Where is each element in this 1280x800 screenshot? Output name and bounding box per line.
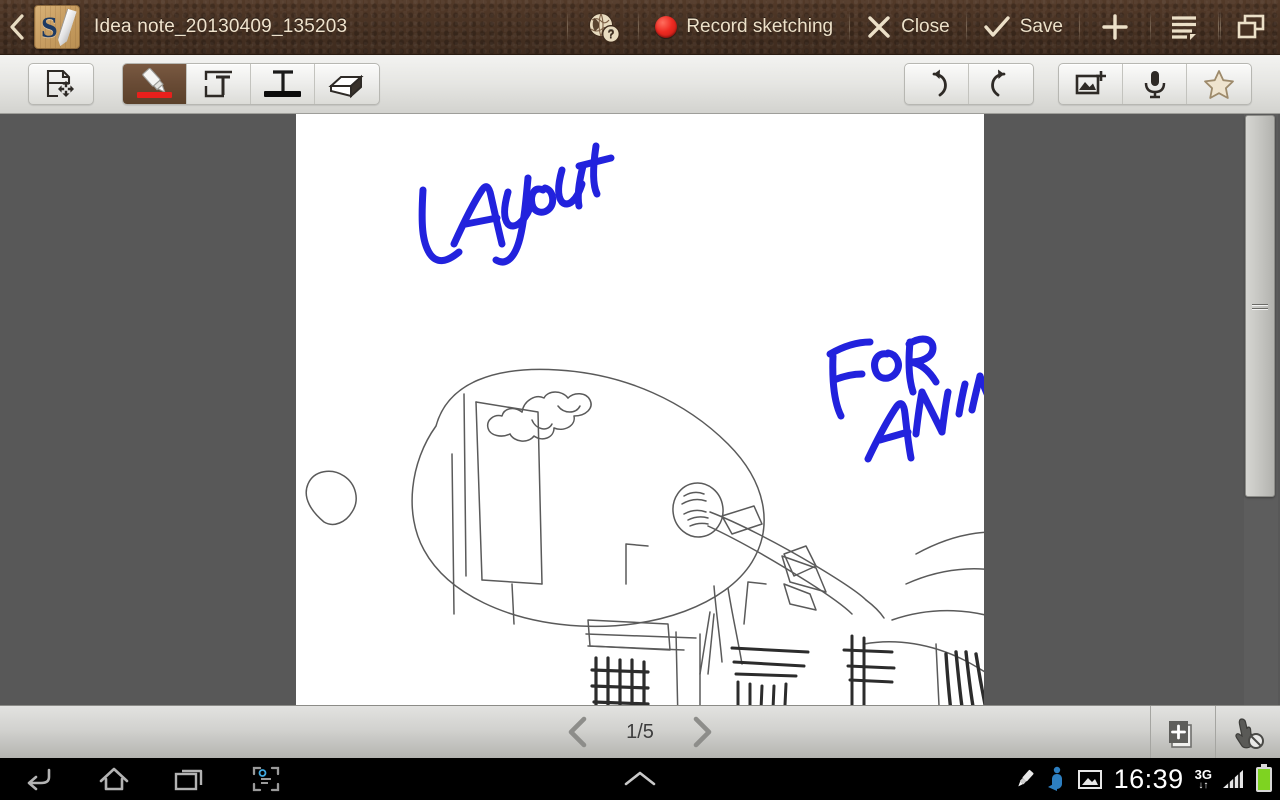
note-page-drawing: 12 [305, 142, 984, 705]
star-icon [1204, 70, 1234, 99]
screen-capture-button[interactable] [228, 758, 304, 800]
text-color-indicator [264, 91, 301, 97]
pencil-sketch: 12 [305, 368, 984, 705]
redo-arrow-icon [991, 69, 1006, 97]
pen-tool[interactable] [123, 64, 187, 104]
text-tool[interactable] [251, 64, 315, 104]
menu-button[interactable] [1159, 0, 1209, 55]
select-tool-group [28, 63, 94, 105]
page-indicator: 1/5 [626, 720, 654, 743]
undo-arrow-icon [932, 69, 947, 97]
separator [1079, 12, 1080, 42]
history-tool-group [904, 63, 1034, 105]
spen-detach-icon[interactable] [1046, 766, 1068, 792]
record-sketching-button[interactable]: Record sketching [647, 0, 841, 55]
back-button[interactable] [0, 0, 34, 55]
favorite-button[interactable] [1187, 64, 1251, 104]
text-box-tool[interactable] [187, 64, 251, 104]
previous-page-button[interactable] [553, 706, 603, 759]
check-icon [983, 16, 1010, 37]
add-page-button[interactable] [1150, 706, 1215, 759]
status-clock: 16:39 [1113, 763, 1184, 794]
signal-bars-icon [1223, 770, 1243, 788]
network-type-indicator: 3G ↓↑ [1195, 768, 1212, 791]
insert-image-button[interactable] [1059, 64, 1123, 104]
android-home-button[interactable] [76, 758, 152, 800]
editor-toolbar [0, 55, 1280, 114]
title-bar: S Idea note_20130409_135203 ? Record ske… [0, 0, 1280, 55]
android-system-bar: 16:39 3G ↓↑ [0, 758, 1280, 800]
redo-button[interactable] [969, 64, 1033, 104]
microphone-icon [1144, 71, 1165, 99]
status-tray: 16:39 3G ↓↑ [1013, 758, 1272, 800]
eraser-tool[interactable] [315, 64, 379, 104]
undo-button[interactable] [905, 64, 969, 104]
multi-window-icon [1237, 14, 1265, 39]
record-sketching-label: Record sketching [686, 16, 834, 37]
scrollbar-thumb[interactable] [1245, 115, 1275, 497]
android-back-icon [27, 768, 51, 791]
grip-lines-icon [1252, 301, 1268, 312]
scrollbar-track[interactable] [1244, 114, 1278, 705]
plus-icon [1102, 14, 1128, 40]
eraser-icon [328, 74, 364, 99]
app-icon[interactable]: S [34, 5, 80, 49]
drawing-tool-group [122, 63, 380, 105]
snote-app-window: S Idea note_20130409_135203 ? Record ske… [0, 0, 1280, 800]
screen-capture-icon [252, 766, 280, 792]
text-box-icon [204, 70, 232, 98]
svg-text:?: ? [608, 29, 615, 41]
screenshot-saved-icon[interactable] [1077, 767, 1103, 791]
android-recents-button[interactable] [152, 758, 228, 800]
separator [638, 12, 640, 42]
save-button[interactable]: Save [975, 0, 1071, 55]
android-home-icon [99, 767, 129, 791]
add-page-titlebar-button[interactable] [1088, 0, 1142, 55]
select-move-icon [46, 69, 74, 98]
battery-icon [1256, 763, 1272, 792]
finger-disabled-icon [1235, 717, 1264, 749]
help-button[interactable]: ? [576, 0, 630, 55]
android-recents-icon [174, 769, 203, 791]
touch-lock-button[interactable] [1215, 706, 1280, 759]
pen-color-indicator [137, 92, 172, 98]
next-page-button[interactable] [677, 706, 727, 759]
network-type-label: 3G [1194, 766, 1212, 782]
note-page-canvas[interactable]: 12 [296, 114, 984, 705]
handwriting-ink [418, 142, 984, 463]
separator [965, 12, 967, 42]
close-x-icon [868, 16, 890, 38]
voice-record-button[interactable] [1123, 64, 1187, 104]
network-arrows: ↓↑ [1198, 779, 1209, 791]
insert-tool-group [1058, 63, 1252, 105]
save-label: Save [1019, 16, 1063, 37]
document-title: Idea note_20130409_135203 [94, 16, 348, 37]
app-icon-letter: S [41, 11, 58, 44]
separator [849, 12, 851, 42]
chevron-left-icon [10, 14, 24, 40]
close-label: Close [901, 16, 950, 37]
record-dot-icon [655, 16, 678, 38]
page-navigation-bar: 1/5 [0, 705, 1280, 759]
separator-double [1218, 12, 1221, 42]
image-plus-icon [1075, 71, 1106, 95]
separator [567, 12, 569, 42]
chevron-left-icon [568, 716, 587, 748]
stylus-icon[interactable] [1013, 767, 1037, 791]
android-back-button[interactable] [0, 758, 76, 800]
chevron-up-icon [624, 771, 656, 786]
globe-help-icon: ? [589, 13, 621, 43]
close-button[interactable]: Close [858, 0, 958, 55]
add-page-icon [1169, 720, 1192, 748]
multi-window-button[interactable] [1230, 0, 1280, 55]
select-move-tool[interactable] [29, 64, 93, 104]
list-menu-icon [1172, 16, 1196, 40]
page-bar-actions [1150, 706, 1280, 759]
separator [1150, 12, 1151, 42]
chevron-right-icon [693, 716, 712, 748]
canvas-work-area: 12 [0, 114, 1280, 705]
